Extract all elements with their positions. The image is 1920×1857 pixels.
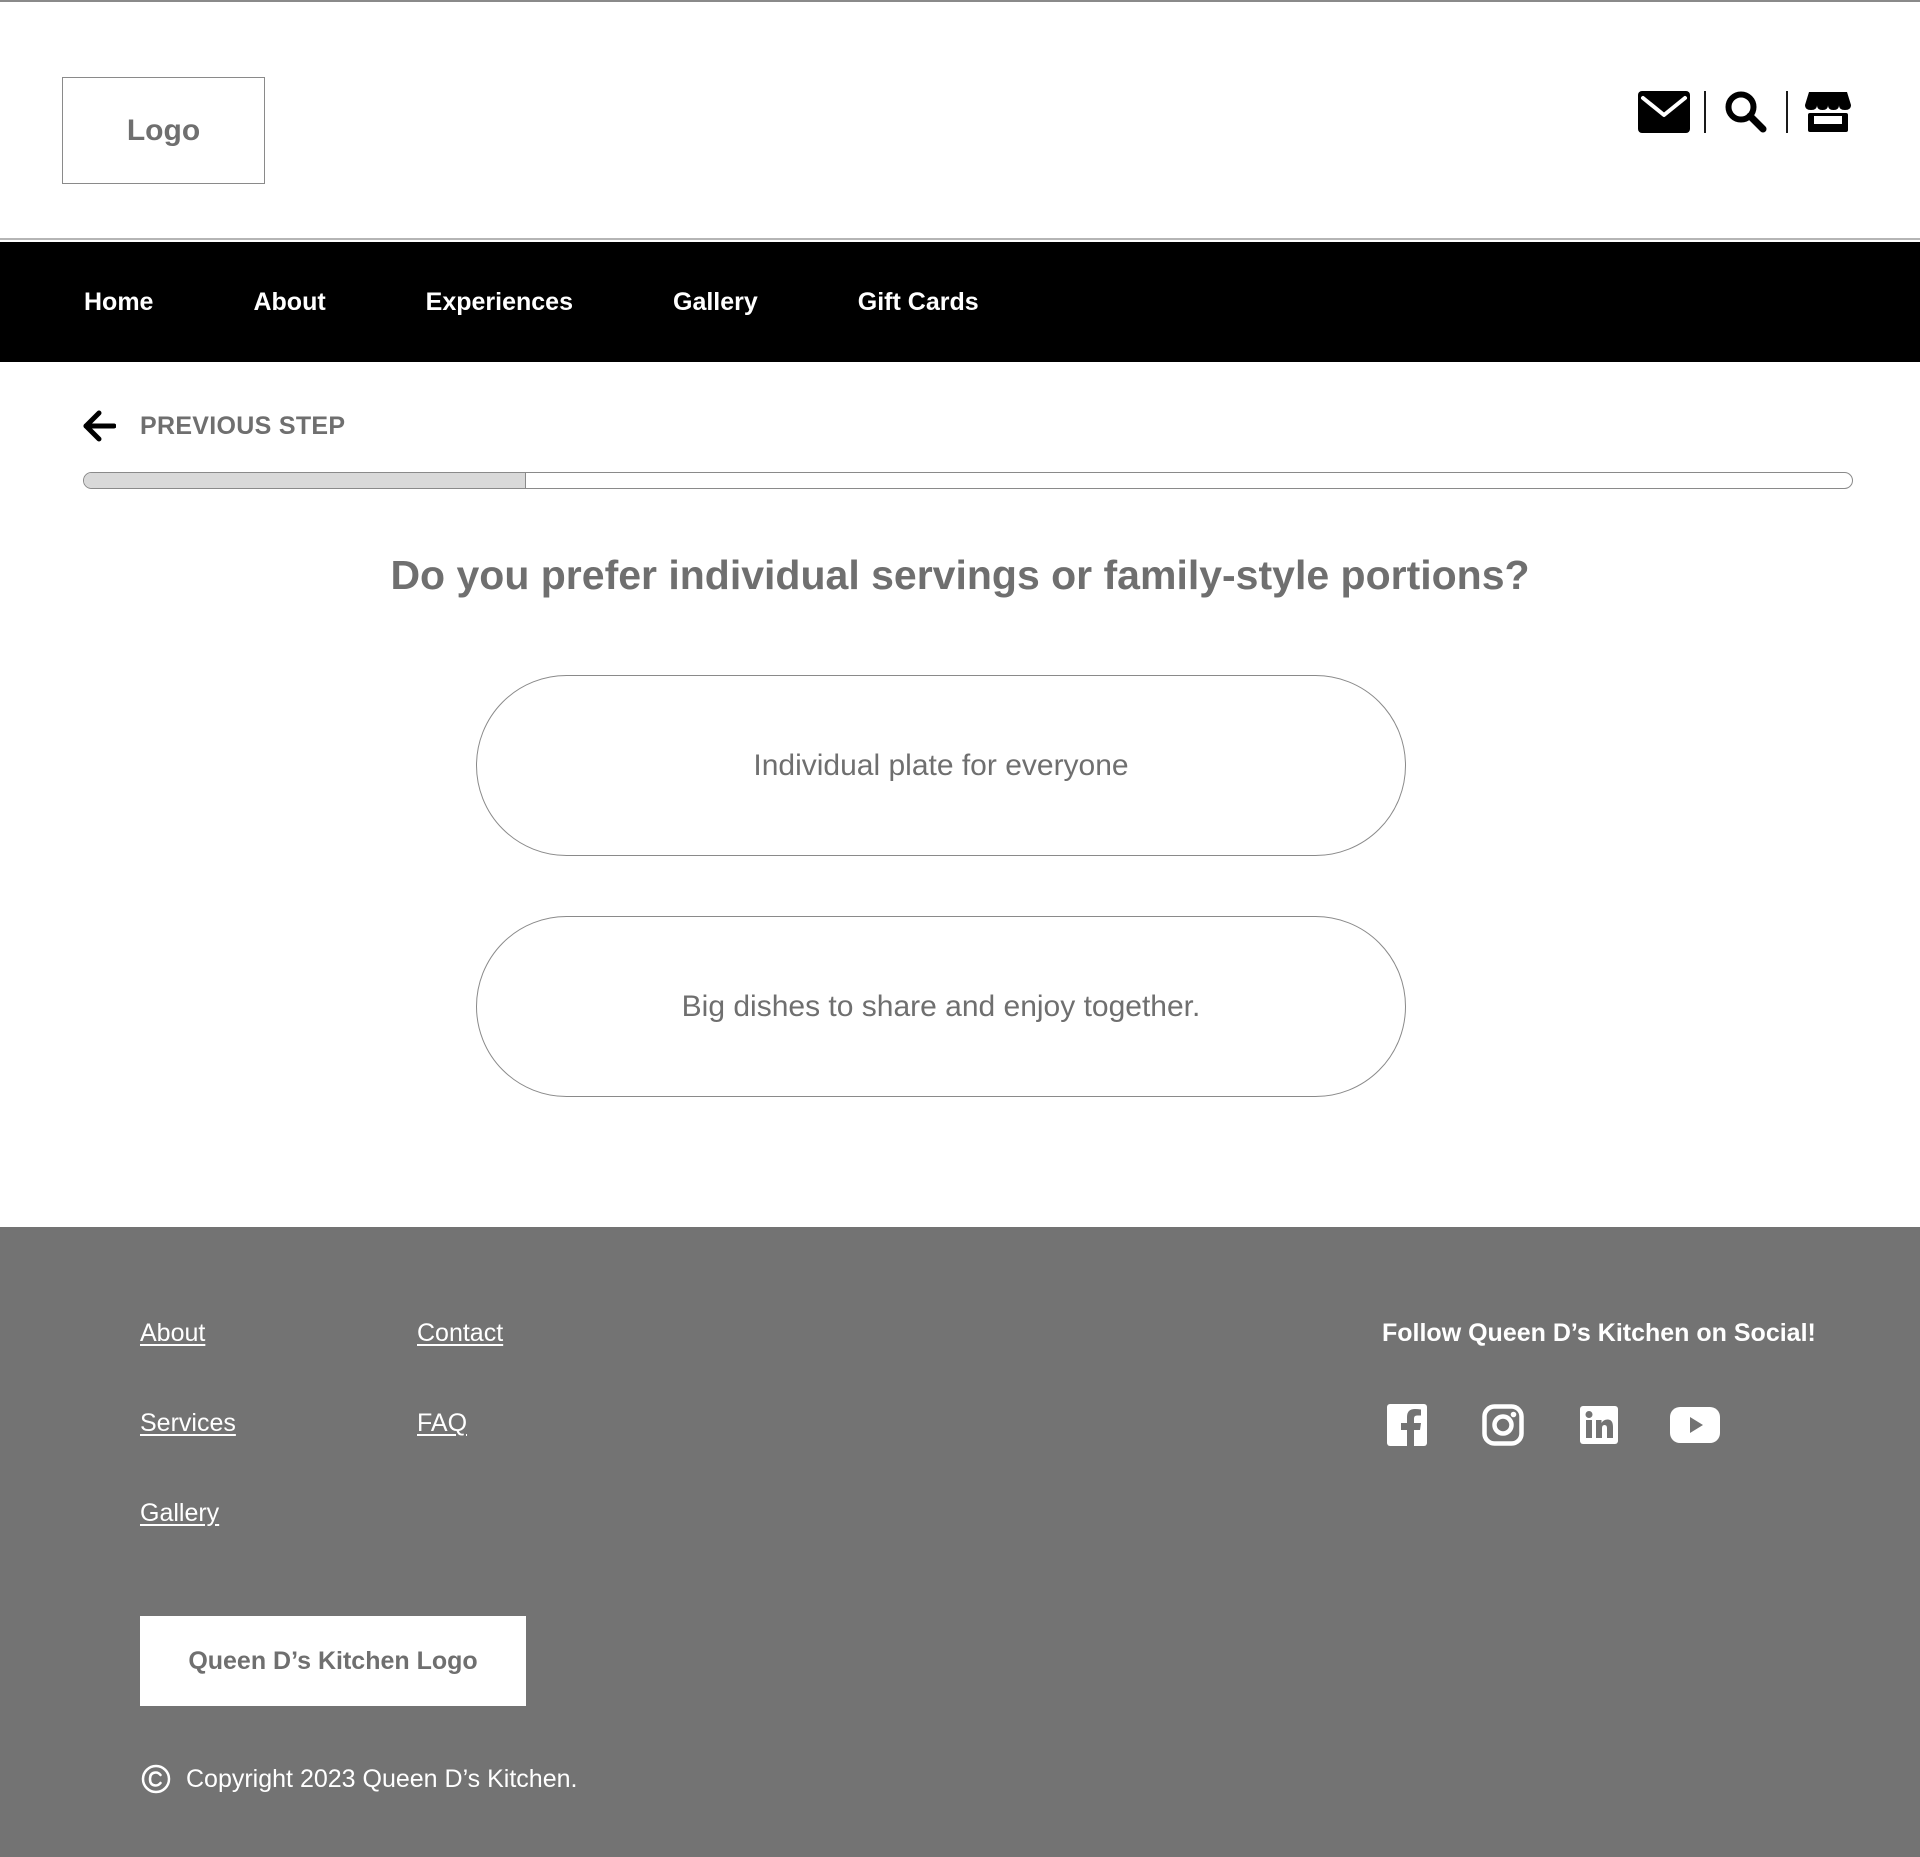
youtube-icon[interactable]	[1670, 1400, 1720, 1450]
nav-home[interactable]: Home	[84, 288, 153, 317]
header-separator	[1786, 91, 1788, 133]
progress-bar	[83, 472, 1853, 489]
copyright-icon	[140, 1763, 172, 1795]
nav-gallery[interactable]: Gallery	[673, 288, 758, 317]
follow-heading: Follow Queen D’s Kitchen on Social!	[1382, 1319, 1816, 1347]
social-links	[1382, 1400, 1766, 1450]
header-separator	[1704, 91, 1706, 133]
footer-logo[interactable]: Queen D’s Kitchen Logo	[140, 1616, 526, 1706]
search-icon[interactable]	[1718, 87, 1774, 137]
facebook-icon[interactable]	[1382, 1400, 1432, 1450]
mail-icon[interactable]	[1636, 87, 1692, 137]
copyright: Copyright 2023 Queen D’s Kitchen.	[140, 1763, 577, 1795]
previous-step-button[interactable]: PREVIOUS STEP	[82, 404, 345, 448]
copyright-text: Copyright 2023 Queen D’s Kitchen.	[186, 1764, 578, 1793]
previous-step-label: PREVIOUS STEP	[140, 411, 346, 440]
store-icon[interactable]	[1800, 87, 1856, 137]
instagram-icon[interactable]	[1478, 1400, 1528, 1450]
main-nav: Home About Experiences Gallery Gift Card…	[0, 242, 1920, 362]
question-heading: Do you prefer individual servings or fam…	[390, 552, 1530, 598]
footer-link-gallery[interactable]: Gallery	[140, 1499, 219, 1528]
option-family-style[interactable]: Big dishes to share and enjoy together.	[476, 916, 1406, 1097]
footer-link-services[interactable]: Services	[140, 1409, 236, 1438]
nav-gift-cards[interactable]: Gift Cards	[858, 288, 979, 317]
progress-fill	[84, 473, 526, 488]
footer-link-contact[interactable]: Contact	[417, 1319, 503, 1348]
site-header: Logo	[0, 2, 1920, 240]
nav-experiences[interactable]: Experiences	[426, 288, 573, 317]
footer-link-faq[interactable]: FAQ	[417, 1409, 467, 1438]
footer-link-about[interactable]: About	[140, 1319, 205, 1348]
site-footer: About Contact Services FAQ Gallery Follo…	[0, 1227, 1920, 1857]
nav-about[interactable]: About	[253, 288, 325, 317]
arrow-left-icon	[83, 410, 116, 442]
linkedin-icon[interactable]	[1574, 1400, 1624, 1450]
header-logo[interactable]: Logo	[62, 77, 265, 184]
header-icons	[1636, 87, 1856, 137]
option-individual-plate[interactable]: Individual plate for everyone	[476, 675, 1406, 856]
